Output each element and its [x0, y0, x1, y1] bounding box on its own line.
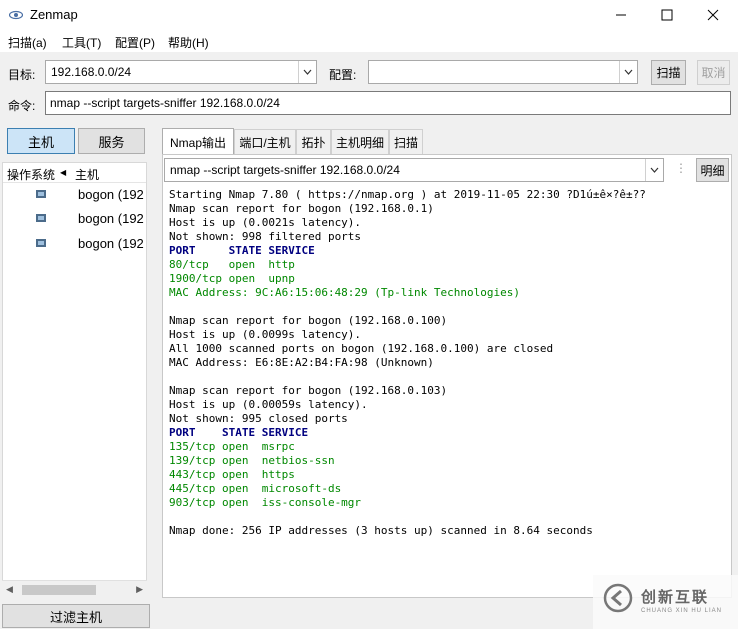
- scroll-left-icon[interactable]: ◀: [6, 584, 13, 595]
- zenmap-eye-icon: [9, 10, 23, 20]
- tab-nmap-output[interactable]: Nmap输出: [162, 128, 234, 155]
- output-line: Starting Nmap 7.80 ( https://nmap.org ) …: [169, 188, 646, 201]
- output-line: 1900/tcp open upnp: [169, 272, 295, 285]
- details-button[interactable]: 明细: [696, 158, 729, 182]
- output-select[interactable]: nmap --script targets-sniffer 192.168.0.…: [164, 158, 664, 182]
- host-row[interactable]: bogon (192: [3, 185, 146, 209]
- os-unknown-icon: [36, 239, 46, 247]
- output-line: PORT STATE SERVICE: [169, 426, 309, 439]
- output-line: Host is up (0.0021s latency).: [169, 216, 362, 229]
- watermark: 创新互联 CHUANG XIN HU LIAN: [593, 575, 738, 629]
- output-line: MAC Address: E6:8E:A2:B4:FA:98 (Unknown): [169, 356, 434, 369]
- os-unknown-icon: [36, 214, 46, 222]
- target-combo[interactable]: 192.168.0.0/24: [45, 60, 317, 84]
- menu-profile[interactable]: 配置(P): [115, 34, 155, 51]
- host-column-header[interactable]: 主机: [75, 166, 99, 183]
- output-text: Starting Nmap 7.80 ( https://nmap.org ) …: [169, 188, 646, 538]
- host-row[interactable]: bogon (192: [3, 234, 146, 258]
- close-button[interactable]: [690, 0, 736, 30]
- sort-arrow-icon: ◀: [60, 168, 67, 177]
- hosts-toggle-button[interactable]: 主机: [7, 128, 75, 154]
- scroll-right-icon[interactable]: ▶: [136, 584, 143, 595]
- minimize-icon: [616, 14, 626, 16]
- tab-host-details[interactable]: 主机明细: [331, 129, 389, 155]
- menu-scan[interactable]: 扫描(a): [8, 34, 47, 51]
- os-column-header[interactable]: 操作系统: [7, 166, 55, 183]
- output-line: PORT STATE SERVICE: [169, 244, 315, 257]
- host-list-panel: 操作系统 ◀ 主机 bogon (192 bogon (192 bogon (1…: [2, 162, 147, 598]
- scrollbar-thumb[interactable]: [22, 585, 96, 595]
- grip-icon: ⋮: [675, 161, 687, 175]
- filter-hosts-button[interactable]: 过滤主机: [2, 604, 150, 628]
- minimize-button[interactable]: [598, 0, 644, 30]
- close-icon: [707, 9, 719, 21]
- cancel-button[interactable]: 取消: [697, 60, 730, 85]
- output-line: 139/tcp open netbios-ssn: [169, 454, 335, 467]
- host-row[interactable]: bogon (192: [3, 209, 146, 233]
- output-line: All 1000 scanned ports on bogon (192.168…: [169, 342, 554, 355]
- output-line: Host is up (0.0099s latency).: [169, 328, 362, 341]
- output-line: 903/tcp open iss-console-mgr: [169, 496, 362, 509]
- chevron-down-icon[interactable]: [645, 159, 663, 181]
- watermark-logo-icon: [603, 583, 633, 613]
- watermark-text: 创新互联: [641, 589, 710, 606]
- profile-combo[interactable]: [368, 60, 638, 84]
- output-line: 135/tcp open msrpc: [169, 440, 295, 453]
- output-line: MAC Address: 9C:A6:15:06:48:29 (Tp-link …: [169, 286, 520, 299]
- tab-scans[interactable]: 扫描: [389, 129, 423, 155]
- output-line: Nmap done: 256 IP addresses (3 hosts up)…: [169, 524, 593, 537]
- window-title: Zenmap: [30, 7, 78, 22]
- output-line: 445/tcp open microsoft-ds: [169, 482, 342, 495]
- title-bar: Zenmap: [0, 0, 738, 30]
- output-line: Not shown: 998 filtered ports: [169, 230, 362, 243]
- command-input[interactable]: nmap --script targets-sniffer 192.168.0.…: [45, 91, 731, 115]
- profile-label: 配置:: [329, 68, 357, 82]
- watermark-subtext: CHUANG XIN HU LIAN: [641, 608, 723, 614]
- output-line: Not shown: 995 closed ports: [169, 412, 348, 425]
- output-line: 443/tcp open https: [169, 468, 295, 481]
- host-list-header: 操作系统 ◀ 主机: [3, 163, 146, 183]
- command-label: 命令:: [8, 99, 36, 113]
- menu-help[interactable]: 帮助(H): [168, 34, 209, 51]
- host-name: bogon (192: [78, 236, 144, 251]
- host-list-hscrollbar[interactable]: ◀ ▶: [2, 580, 147, 598]
- output-line: Nmap scan report for bogon (192.168.0.1): [169, 202, 434, 215]
- target-value: 192.168.0.0/24: [51, 65, 132, 79]
- output-line: 80/tcp open http: [169, 258, 295, 271]
- target-label: 目标:: [8, 68, 36, 82]
- host-name: bogon (192: [78, 211, 144, 226]
- scan-button[interactable]: 扫描: [651, 60, 686, 85]
- services-toggle-button[interactable]: 服务: [78, 128, 145, 154]
- os-unknown-icon: [36, 190, 46, 198]
- output-line: Nmap scan report for bogon (192.168.0.10…: [169, 384, 448, 397]
- tab-ports-hosts[interactable]: 端口/主机: [234, 129, 296, 155]
- maximize-icon: [661, 9, 673, 21]
- command-value: nmap --script targets-sniffer 192.168.0.…: [50, 96, 280, 110]
- chevron-down-icon[interactable]: [298, 61, 316, 83]
- output-line: Host is up (0.00059s latency).: [169, 398, 368, 411]
- output-select-value: nmap --script targets-sniffer 192.168.0.…: [170, 163, 400, 177]
- maximize-button[interactable]: [644, 0, 690, 30]
- menu-tools[interactable]: 工具(T): [62, 34, 101, 51]
- output-line: Nmap scan report for bogon (192.168.0.10…: [169, 314, 448, 327]
- tab-topology[interactable]: 拓扑: [296, 129, 331, 155]
- host-name: bogon (192: [78, 187, 144, 202]
- nmap-output-panel: nmap --script targets-sniffer 192.168.0.…: [162, 154, 732, 598]
- menu-bar: 扫描(a) 工具(T) 配置(P) 帮助(H): [0, 30, 738, 52]
- chevron-down-icon[interactable]: [619, 61, 637, 83]
